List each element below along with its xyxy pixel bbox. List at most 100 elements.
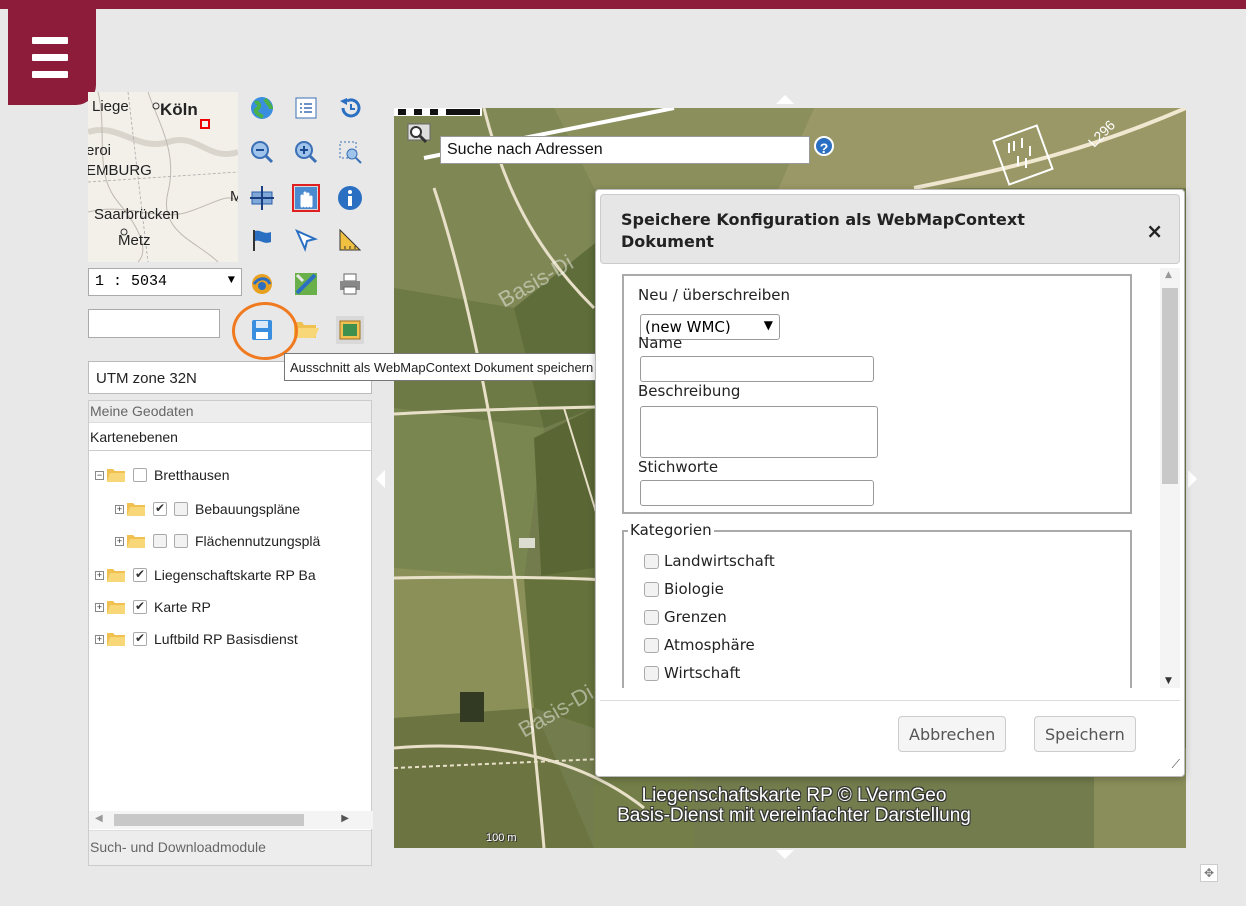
category-checkbox[interactable] (644, 665, 659, 681)
folder-icon (127, 535, 145, 548)
map-edit-icon[interactable] (292, 270, 320, 298)
tree-row[interactable]: + Liegenschaftskarte RP Ba (95, 564, 316, 586)
resize-grip-icon[interactable]: ⟋ (1172, 757, 1180, 772)
category-option[interactable]: Wirtschaft (644, 664, 740, 682)
scale-bar (394, 108, 482, 116)
category-option[interactable]: Grenzen (644, 608, 727, 626)
scale-select[interactable]: 1 : 5034 ▼ (88, 268, 242, 296)
vertical-scrollbar[interactable]: ▲ ▼ (1160, 268, 1180, 688)
save-button[interactable]: Speichern (1034, 716, 1136, 752)
overview-label: Saarbrücken (94, 206, 180, 223)
scale-input[interactable] (88, 309, 220, 338)
legend-list-icon[interactable] (292, 94, 320, 122)
layer-checkbox[interactable] (133, 599, 147, 614)
category-checkbox[interactable] (644, 553, 659, 569)
category-label: Atmosphäre (664, 636, 755, 654)
pan-west-arrow[interactable] (376, 470, 385, 488)
address-search-icon[interactable] (406, 120, 434, 148)
cancel-button[interactable]: Abbrechen (898, 716, 1007, 752)
select-hand-icon[interactable] (292, 184, 320, 212)
layer-checkbox[interactable] (133, 631, 147, 646)
close-icon[interactable]: × (1146, 219, 1163, 243)
layer-checkbox[interactable] (133, 468, 147, 482)
scroll-right-icon[interactable]: ▶ (341, 813, 349, 824)
description-field[interactable] (640, 406, 878, 458)
expand-icon[interactable]: + (95, 602, 104, 612)
collapse-icon[interactable]: − (95, 470, 104, 480)
overview-map[interactable]: Liege Köln eroi EMBURG Saarbrücken Metz … (88, 92, 238, 262)
category-checkbox[interactable] (644, 581, 659, 597)
category-option[interactable]: Landwirtschaft (644, 552, 775, 570)
attribution-line: Basis-Dienst mit vereinfachter Darstellu… (617, 805, 971, 826)
expand-icon[interactable]: + (95, 634, 104, 644)
layer-checkbox-secondary[interactable] (174, 534, 188, 548)
tree-row[interactable]: + Bebauungspläne (115, 498, 300, 520)
tree-row[interactable]: + Karte RP (95, 596, 211, 618)
wmc-form-fieldset: Neu / überschreiben (new WMC) ▼ Name Bes… (622, 274, 1132, 514)
expand-icon[interactable]: + (115, 536, 124, 546)
zoom-out-icon[interactable] (248, 138, 276, 166)
hamburger-menu-icon[interactable] (8, 9, 96, 105)
coordinates-icon[interactable] (248, 270, 276, 298)
pan-north-arrow[interactable] (776, 95, 794, 104)
description-label: Beschreibung (638, 382, 741, 400)
tree-row[interactable]: + Luftbild RP Basisdienst (95, 628, 298, 650)
scroll-down-icon[interactable]: ▼ (1165, 676, 1172, 686)
zoom-extent-icon[interactable] (336, 138, 364, 166)
scale-bar-label: 100 m (486, 832, 517, 844)
category-checkbox[interactable] (644, 609, 659, 625)
globe-icon[interactable] (248, 94, 276, 122)
pan-east-arrow[interactable] (1188, 470, 1197, 488)
zoom-in-icon[interactable] (292, 138, 320, 166)
print-icon[interactable] (336, 270, 364, 298)
scroll-up-icon[interactable]: ▲ (1165, 270, 1172, 280)
overview-label: Köln (160, 100, 198, 119)
move-icon[interactable]: ✥ (1200, 864, 1218, 882)
layer-checkbox[interactable] (133, 567, 147, 582)
attribution-line: Liegenschaftskarte RP © LVermGeo (641, 785, 947, 806)
scrollbar-thumb[interactable] (1162, 288, 1178, 484)
flag-icon[interactable] (248, 226, 276, 254)
image-icon[interactable] (336, 316, 364, 344)
layer-checkbox[interactable] (153, 501, 167, 516)
address-search-input[interactable]: Suche nach Adressen (440, 136, 810, 164)
top-bar (0, 0, 1246, 9)
layer-label: Karte RP (154, 599, 211, 615)
folder-icon (107, 569, 125, 582)
name-field[interactable] (640, 356, 874, 382)
map-attribution: Liegenschaftskarte RP © LVermGeo Basis-D… (554, 786, 1034, 826)
panel-header[interactable]: Meine Geodaten (89, 401, 371, 423)
scrollbar-thumb[interactable] (114, 814, 304, 826)
help-icon[interactable]: ? (814, 136, 834, 156)
panel-subheader[interactable]: Kartenebenen (89, 423, 371, 451)
keywords-label: Stichworte (638, 458, 719, 476)
overview-label: Metz (118, 232, 151, 249)
info-icon[interactable] (336, 184, 364, 212)
pan-icon[interactable] (248, 184, 276, 212)
panel-footer[interactable]: Such- und Downloadmodule (89, 830, 371, 865)
tree-row[interactable]: + Flächennutzungsplä (115, 530, 320, 552)
pan-south-arrow[interactable] (776, 850, 794, 859)
category-label: Landwirtschaft (664, 552, 775, 570)
keywords-field[interactable] (640, 480, 874, 506)
layer-panel: Meine Geodaten Kartenebenen − Bretthause… (88, 400, 373, 866)
chevron-down-icon: ▼ (227, 273, 235, 287)
highlight-circle (232, 302, 298, 360)
dialog-titlebar[interactable]: Speichere Konfiguration als WebMapContex… (600, 194, 1180, 264)
expand-icon[interactable]: + (95, 570, 104, 580)
tree-row[interactable]: − Bretthausen (95, 464, 230, 486)
layer-checkbox[interactable] (153, 534, 167, 548)
history-back-icon[interactable] (336, 94, 364, 122)
horizontal-scrollbar[interactable]: ◀ ▶ (89, 811, 373, 829)
category-option[interactable]: Atmosphäre (644, 636, 755, 654)
folder-icon (127, 503, 145, 516)
scroll-left-icon[interactable]: ◀ (95, 813, 103, 824)
ruler-icon[interactable] (336, 226, 364, 254)
category-checkbox[interactable] (644, 637, 659, 653)
pointer-measure-icon[interactable] (292, 226, 320, 254)
folder-icon (107, 633, 125, 646)
category-option[interactable]: Biologie (644, 580, 724, 598)
expand-icon[interactable]: + (115, 504, 124, 514)
layer-checkbox-secondary[interactable] (174, 502, 188, 516)
category-label: Grenzen (664, 608, 727, 626)
